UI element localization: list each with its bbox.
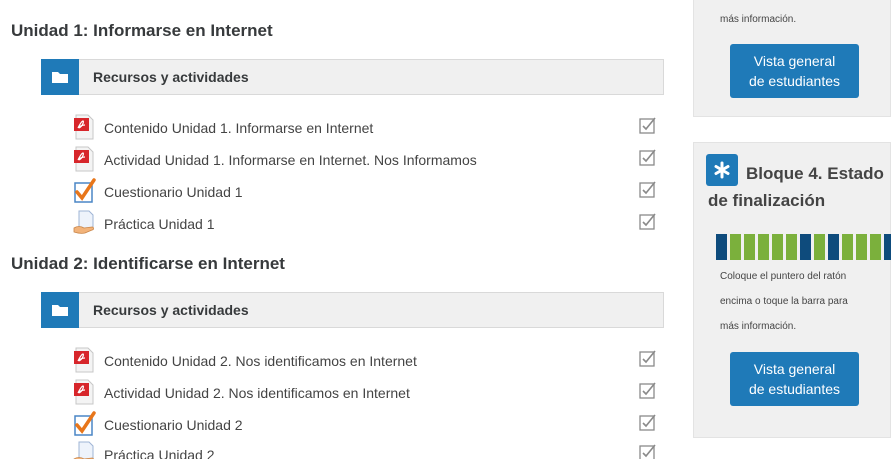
info-text: más información. [720, 14, 797, 25]
quiz-icon [73, 178, 97, 204]
activity-name[interactable]: Contenido Unidad 2. Nos identificamos en… [104, 353, 417, 369]
activity-item[interactable]: Actividad Unidad 1. Informarse en Intern… [73, 146, 673, 176]
unit-2-title[interactable]: Unidad 2: Identificarse en Internet [11, 254, 285, 274]
button-line-2: de estudiantes [748, 381, 841, 397]
activity-name[interactable]: Actividad Unidad 1. Informarse en Intern… [104, 152, 477, 168]
course-content: Unidad 1: Informarse en Internet Recurso… [0, 0, 680, 459]
completion-checkbox-icon[interactable] [639, 413, 659, 433]
progress-segment-complete[interactable] [758, 234, 769, 260]
button-line-1: Vista general [753, 53, 836, 69]
folder-icon [41, 59, 79, 95]
progress-segment-not-started[interactable] [884, 234, 891, 260]
student-overview-button[interactable]: Vista general de estudiantes [730, 352, 859, 406]
activity-name[interactable]: Práctica Unidad 1 [104, 216, 215, 232]
activity-name[interactable]: Contenido Unidad 1. Informarse en Intern… [104, 120, 373, 136]
activity-item[interactable]: Contenido Unidad 1. Informarse en Intern… [73, 114, 673, 144]
activity-item[interactable]: Práctica Unidad 1 [73, 210, 673, 240]
progress-segment-not-started[interactable] [800, 234, 811, 260]
activity-name[interactable]: Cuestionario Unidad 1 [104, 184, 243, 200]
progress-segment-complete[interactable] [870, 234, 881, 260]
progress-segment-complete[interactable] [842, 234, 853, 260]
completion-checkbox-icon[interactable] [639, 180, 659, 200]
progress-segment-complete[interactable] [772, 234, 783, 260]
section-label: Recursos y actividades [93, 302, 249, 318]
help-text-line: más información. [720, 321, 797, 332]
activity-item[interactable]: Actividad Unidad 2. Nos identificamos en… [73, 379, 673, 409]
progress-segment-complete[interactable] [814, 234, 825, 260]
completion-checkbox-icon[interactable] [639, 148, 659, 168]
section-resources-1[interactable]: Recursos y actividades [41, 59, 664, 95]
pdf-icon [73, 379, 97, 405]
student-overview-button[interactable]: Vista general de estudiantes [730, 44, 859, 98]
pdf-icon [73, 114, 97, 140]
completion-checkbox-icon[interactable] [639, 349, 659, 369]
assignment-icon [73, 441, 97, 459]
button-line-2: de estudiantes [748, 73, 841, 89]
activity-item[interactable]: Práctica Unidad 2 [73, 441, 673, 459]
completion-progress-bar[interactable] [716, 234, 891, 260]
section-label: Recursos y actividades [93, 69, 249, 85]
activity-item[interactable]: Cuestionario Unidad 2 [73, 411, 673, 441]
progress-segment-not-started[interactable] [716, 234, 727, 260]
activity-name[interactable]: Práctica Unidad 2 [104, 447, 215, 459]
progress-segment-complete[interactable] [856, 234, 867, 260]
quiz-icon [73, 411, 97, 437]
completion-block-title: Bloque 4. Estado de finalización [708, 164, 884, 210]
pdf-icon [73, 146, 97, 172]
progress-segment-complete[interactable] [786, 234, 797, 260]
activity-item[interactable]: Contenido Unidad 2. Nos identificamos en… [73, 347, 673, 377]
assignment-icon [73, 210, 97, 236]
activity-name[interactable]: Cuestionario Unidad 2 [104, 417, 243, 433]
completion-checkbox-icon[interactable] [639, 116, 659, 136]
unit-1-title[interactable]: Unidad 1: Informarse en Internet [11, 21, 273, 41]
progress-segment-not-started[interactable] [828, 234, 839, 260]
completion-checkbox-icon[interactable] [639, 212, 659, 232]
folder-icon [41, 292, 79, 328]
pdf-icon [73, 347, 97, 373]
completion-checkbox-icon[interactable] [639, 443, 659, 459]
progress-segment-complete[interactable] [744, 234, 755, 260]
activity-name[interactable]: Actividad Unidad 2. Nos identificamos en… [104, 385, 410, 401]
section-resources-2[interactable]: Recursos y actividades [41, 292, 664, 328]
help-text-line: encima o toque la barra para [720, 296, 848, 307]
progress-segment-complete[interactable] [730, 234, 741, 260]
activity-item[interactable]: Cuestionario Unidad 1 [73, 178, 673, 208]
completion-checkbox-icon[interactable] [639, 381, 659, 401]
button-line-1: Vista general [753, 361, 836, 377]
help-text-line: Coloque el puntero del ratón [720, 271, 847, 282]
